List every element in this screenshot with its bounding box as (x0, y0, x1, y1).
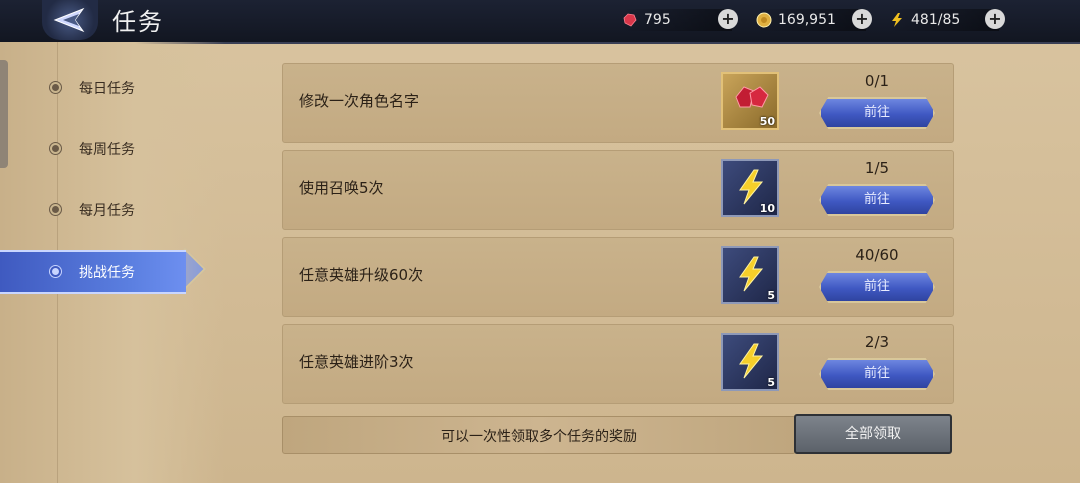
reward-item[interactable]: 10 (721, 159, 779, 217)
sidebar-item-challenge[interactable]: 挑战任务 (0, 250, 186, 294)
add-energy-button[interactable]: + (985, 9, 1005, 29)
reward-count: 5 (767, 376, 775, 389)
reward-count: 10 (759, 202, 775, 215)
ruby-icon (623, 13, 637, 27)
reward-item[interactable]: 5 (721, 333, 779, 391)
task-name: 修改一次角色名字 (299, 92, 420, 110)
reward-count: 5 (767, 289, 775, 302)
task-progress: 1/5 (864, 159, 890, 177)
lightning-icon (739, 256, 764, 292)
lightning-icon (739, 343, 764, 379)
task-progress: 40/60 (855, 246, 899, 264)
sidebar-item-label: 每周任务 (79, 142, 135, 158)
bullet-icon (52, 268, 59, 275)
bullet-icon (52, 206, 59, 213)
go-button[interactable]: 前往 (819, 97, 935, 129)
claim-all-button[interactable]: 全部领取 (794, 414, 952, 454)
reward-item[interactable]: 50 (721, 72, 779, 130)
task-row: 任意英雄进阶3次 5 2/3 前往 (282, 324, 954, 404)
gold-resource: 169,951 + (756, 9, 872, 31)
sidebar-item-label: 每日任务 (79, 81, 135, 97)
energy-count: 481/85 (911, 12, 961, 28)
ruby-icon (735, 86, 769, 108)
add-gem-button[interactable]: + (718, 9, 738, 29)
hint-bar: 可以一次性领取多个任务的奖励 (282, 416, 796, 454)
reward-item[interactable]: 5 (721, 246, 779, 304)
back-arrow-icon (53, 7, 85, 33)
gem-count: 795 (644, 12, 671, 28)
bullet-icon (52, 145, 59, 152)
lightning-icon (739, 169, 764, 205)
sidebar-item-daily[interactable]: 每日任务 (0, 68, 200, 108)
gold-count: 169,951 (778, 12, 836, 28)
sidebar-item-monthly[interactable]: 每月任务 (0, 190, 200, 230)
reward-count: 50 (759, 115, 775, 128)
coin-icon (756, 12, 772, 28)
go-button[interactable]: 前往 (819, 184, 935, 216)
task-name: 使用召唤5次 (299, 179, 384, 197)
go-button[interactable]: 前往 (819, 271, 935, 303)
back-button[interactable] (42, 0, 98, 40)
task-progress: 2/3 (864, 333, 890, 351)
task-name: 任意英雄进阶3次 (299, 353, 414, 371)
go-button[interactable]: 前往 (819, 358, 935, 390)
task-row: 使用召唤5次 10 1/5 前往 (282, 150, 954, 230)
sidebar-item-label: 每月任务 (79, 203, 135, 219)
task-name: 任意英雄升级60次 (299, 266, 424, 284)
lightning-icon (892, 13, 902, 27)
page-title: 任务 (112, 8, 164, 36)
task-row: 任意英雄升级60次 5 40/60 前往 (282, 237, 954, 317)
hint-text: 可以一次性领取多个任务的奖励 (441, 429, 637, 445)
sidebar-item-weekly[interactable]: 每周任务 (0, 129, 200, 169)
task-row: 修改一次角色名字 50 0/1 前往 (282, 63, 954, 143)
gem-resource: 795 + (622, 9, 738, 31)
top-bar: 任务 795 + 169,951 + 481/85 + (0, 0, 1080, 44)
bullet-icon (52, 84, 59, 91)
task-progress: 0/1 (864, 72, 890, 90)
energy-resource: 481/85 + (889, 9, 1005, 31)
add-gold-button[interactable]: + (852, 9, 872, 29)
sidebar-item-label: 挑战任务 (79, 265, 135, 281)
